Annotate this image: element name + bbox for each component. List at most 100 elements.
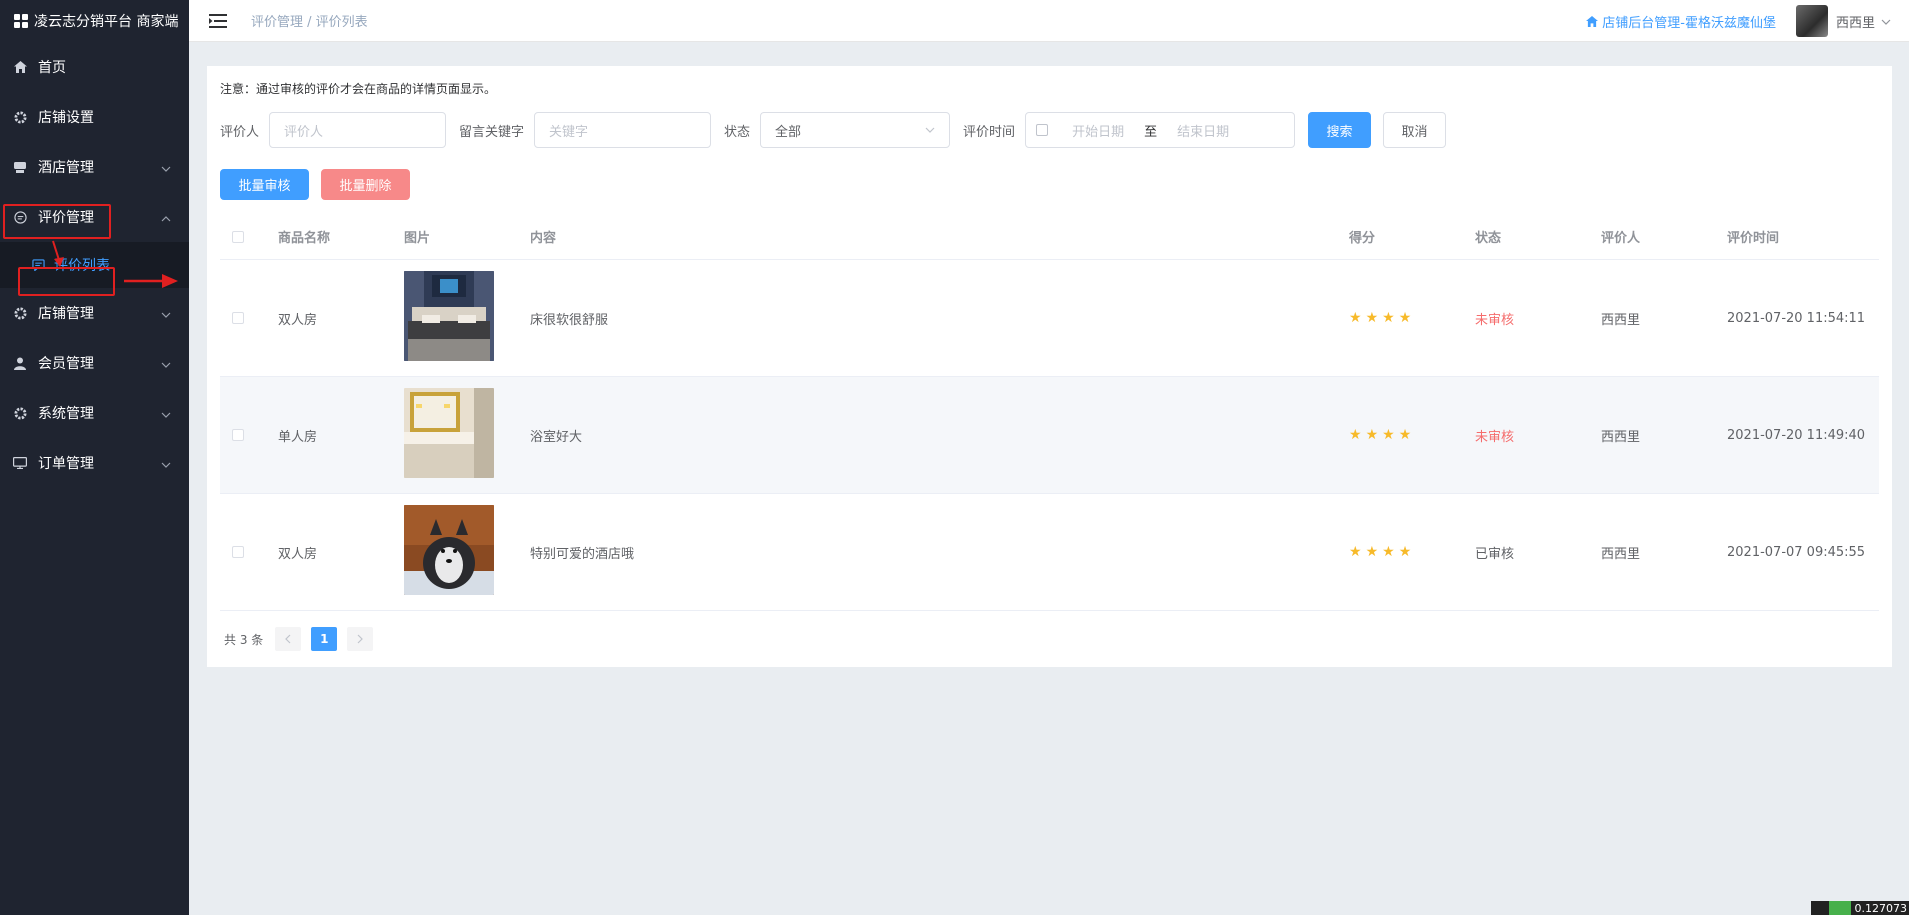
reviewer-name: 西西里 — [1601, 429, 1641, 445]
gear-icon — [12, 109, 28, 125]
rating-stars: ★ ★ ★ ★ — [1349, 310, 1475, 326]
header-reviewer: 评价人 — [1601, 231, 1641, 246]
review-image-bedroom[interactable] — [404, 271, 494, 361]
star-icon: ★ — [1365, 310, 1379, 326]
review-image-dog[interactable] — [404, 505, 494, 595]
sidebar-item-system[interactable]: 系统管理 — [0, 388, 189, 438]
store-link-label: 店铺后台管理-霍格沃兹魔仙堡 — [1602, 15, 1776, 31]
keyword-input[interactable]: 关键字 — [534, 112, 712, 148]
rating-stars: ★ ★ ★ ★ — [1349, 544, 1475, 560]
sidebar-item-store-settings[interactable]: 店铺设置 — [0, 92, 189, 142]
review-time: 2021-07-20 11:54:11 — [1727, 310, 1866, 326]
username[interactable]: 西西里 — [1836, 12, 1875, 31]
sidebar-item-members[interactable]: 会员管理 — [0, 338, 189, 388]
breadcrumb: 评价管理 / 评价列表 — [251, 15, 368, 30]
row-checkbox[interactable] — [232, 429, 244, 441]
header-right: 店铺后台管理-霍格沃兹魔仙堡 西西里 — [1586, 0, 1891, 42]
chevron-down-icon — [161, 306, 171, 322]
reviewer-name: 西西里 — [1601, 546, 1641, 562]
sidebar-item-label: 订单管理 — [38, 456, 94, 472]
brand-title: 凌云志分销平台 商家端 — [34, 14, 179, 30]
sidebar-item-reviews[interactable]: 评价管理 — [0, 192, 189, 242]
date-range-picker[interactable]: 开始日期 至 结束日期 — [1025, 112, 1296, 148]
time-label: 评价时间 — [963, 124, 1016, 140]
calendar-icon — [1036, 124, 1049, 136]
chevron-down-icon — [925, 127, 935, 133]
sidebar-item-home[interactable]: 首页 — [0, 42, 189, 92]
cancel-button[interactable]: 取消 — [1383, 112, 1447, 148]
page-number-current[interactable]: 1 — [311, 627, 338, 651]
header-score: 得分 — [1349, 231, 1376, 246]
row-checkbox[interactable] — [232, 546, 244, 558]
product-name: 双人房 — [278, 312, 318, 328]
sidebar-item-label: 会员管理 — [38, 356, 94, 372]
batch-actions: 批量审核 批量删除 — [220, 169, 410, 200]
chevron-down-icon — [161, 456, 171, 472]
star-icon: ★ — [1349, 544, 1362, 560]
start-date-placeholder[interactable]: 开始日期 — [1072, 121, 1124, 140]
status-badge: 未审核 — [1475, 312, 1515, 328]
header-time: 评价时间 — [1727, 231, 1780, 246]
gear-icon — [12, 305, 28, 321]
row-checkbox[interactable] — [232, 312, 244, 324]
date-separator: 至 — [1144, 124, 1158, 140]
sidebar-item-label: 店铺设置 — [38, 110, 94, 126]
batch-delete-button[interactable]: 批量删除 — [321, 169, 410, 200]
star-icon: ★ — [1398, 427, 1412, 443]
gear-icon — [12, 405, 28, 421]
home-icon — [12, 59, 28, 75]
next-page-button[interactable] — [347, 627, 374, 651]
annotation-arrow-down — [52, 240, 64, 267]
hotel-icon — [12, 159, 28, 175]
user-icon — [12, 355, 28, 371]
sidebar-item-label: 首页 — [38, 60, 66, 76]
star-icon: ★ — [1398, 544, 1412, 560]
sidebar-item-label: 店铺管理 — [38, 306, 94, 322]
review-content: 床很软很舒服 — [530, 312, 609, 328]
brand: 凌云志分销平台 商家端 — [0, 0, 189, 42]
sidebar-item-label: 评价管理 — [38, 210, 94, 226]
home-icon — [1586, 15, 1599, 27]
chevron-right-icon — [357, 634, 364, 644]
product-name: 单人房 — [278, 429, 318, 445]
hamburger-icon[interactable] — [209, 13, 227, 29]
sidebar-item-hotel[interactable]: 酒店管理 — [0, 142, 189, 192]
chevron-down-icon[interactable] — [1881, 13, 1891, 29]
sidebar-item-store-management[interactable]: 店铺管理 — [0, 288, 189, 338]
select-all-checkbox[interactable] — [232, 230, 244, 243]
annotation-arrow-right — [124, 274, 178, 288]
star-icon: ★ — [1382, 310, 1395, 326]
leaf-icon — [1828, 901, 1851, 915]
star-icon: ★ — [1349, 310, 1362, 326]
total-count: 共 3 条 — [224, 632, 264, 647]
pagination: 共 3 条 1 — [224, 627, 383, 651]
batch-approve-button[interactable]: 批量审核 — [220, 169, 309, 200]
review-time: 2021-07-20 11:49:40 — [1727, 427, 1866, 443]
table-header: 商品名称 图片 内容 得分 状态 评价人 评价时间 — [220, 214, 1879, 260]
status-value: 全部 — [775, 124, 802, 140]
search-button[interactable]: 搜索 — [1308, 112, 1372, 148]
chevron-down-icon — [161, 406, 171, 422]
avatar[interactable] — [1795, 5, 1828, 37]
header-status: 状态 — [1475, 231, 1502, 246]
comment-icon — [30, 257, 46, 273]
keyword-label: 留言关键字 — [459, 124, 525, 140]
store-admin-link[interactable]: 店铺后台管理-霍格沃兹魔仙堡 — [1586, 12, 1776, 31]
reviewer-input[interactable]: 评价人 — [269, 112, 447, 148]
prev-page-button[interactable] — [275, 627, 302, 651]
end-date-placeholder[interactable]: 结束日期 — [1177, 121, 1229, 140]
star-icon: ★ — [1365, 544, 1379, 560]
main-card: 注意：通过审核的评价才会在商品的详情页面显示。 评价人 评价人 留言关键字 关键… — [207, 66, 1892, 667]
review-time: 2021-07-07 09:45:55 — [1727, 544, 1866, 560]
header-content: 内容 — [530, 231, 557, 246]
star-icon: ★ — [1365, 427, 1379, 443]
status-select[interactable]: 全部 — [760, 112, 951, 148]
star-icon: ★ — [1398, 310, 1412, 326]
sidebar-item-orders[interactable]: 订单管理 — [0, 438, 189, 488]
status-badge: 未审核 — [1475, 429, 1515, 445]
star-icon: ★ — [1382, 427, 1395, 443]
corner-value: 0.127073 — [1854, 901, 1908, 915]
review-content: 特别可爱的酒店哦 — [530, 546, 635, 562]
star-icon: ★ — [1349, 427, 1362, 443]
review-image-bathroom[interactable] — [404, 388, 494, 478]
